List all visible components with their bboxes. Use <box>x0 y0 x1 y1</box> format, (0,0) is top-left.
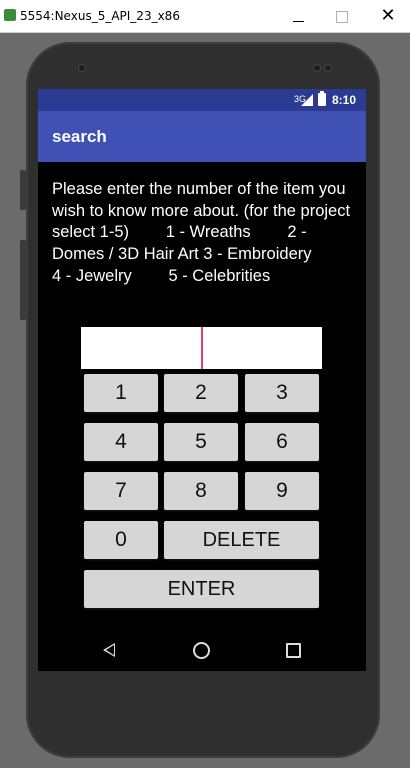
key-2-button[interactable]: 2 <box>164 374 238 412</box>
battery-icon <box>318 91 326 106</box>
page-title: search <box>52 127 107 146</box>
key-8-button[interactable]: 8 <box>164 472 238 510</box>
navigation-bar <box>38 629 366 671</box>
delete-button[interactable]: DELETE <box>164 521 319 559</box>
key-0-button[interactable]: 0 <box>84 521 158 559</box>
key-5-button[interactable]: 5 <box>164 423 238 461</box>
side-button <box>20 240 26 320</box>
number-input[interactable] <box>81 327 322 369</box>
emulator-app-icon <box>4 9 16 21</box>
signal-icon <box>301 94 313 106</box>
maximize-button[interactable] <box>328 4 356 28</box>
minimize-button[interactable] <box>284 4 312 28</box>
sensor <box>314 65 320 71</box>
window-title: 5554:Nexus_5_API_23_x86 <box>20 9 180 23</box>
status-time: 8:10 <box>332 93 357 107</box>
enter-button[interactable]: ENTER <box>84 570 319 608</box>
key-1-button[interactable]: 1 <box>84 374 158 412</box>
key-3-button[interactable]: 3 <box>245 374 319 412</box>
key-4-button[interactable]: 4 <box>84 423 158 461</box>
home-icon[interactable] <box>193 642 210 659</box>
key-6-button[interactable]: 6 <box>245 423 319 461</box>
action-bar: search <box>38 111 366 162</box>
side-button <box>20 170 26 210</box>
key-7-button[interactable]: 7 <box>84 472 158 510</box>
status-bar: 3G 8:10 <box>38 89 366 111</box>
instruction-text: Please enter the number of the item you … <box>52 180 355 285</box>
device-screen: 3G 8:10 search Please enter the number o… <box>38 89 366 671</box>
emulator-title-bar: 5554:Nexus_5_API_23_x86 ✕ <box>0 0 410 33</box>
recents-icon[interactable] <box>286 643 301 658</box>
close-button[interactable]: ✕ <box>374 4 402 28</box>
text-cursor <box>201 327 203 369</box>
front-camera <box>79 65 85 71</box>
back-icon[interactable] <box>103 643 115 657</box>
key-9-button[interactable]: 9 <box>245 472 319 510</box>
sensor <box>325 65 331 71</box>
